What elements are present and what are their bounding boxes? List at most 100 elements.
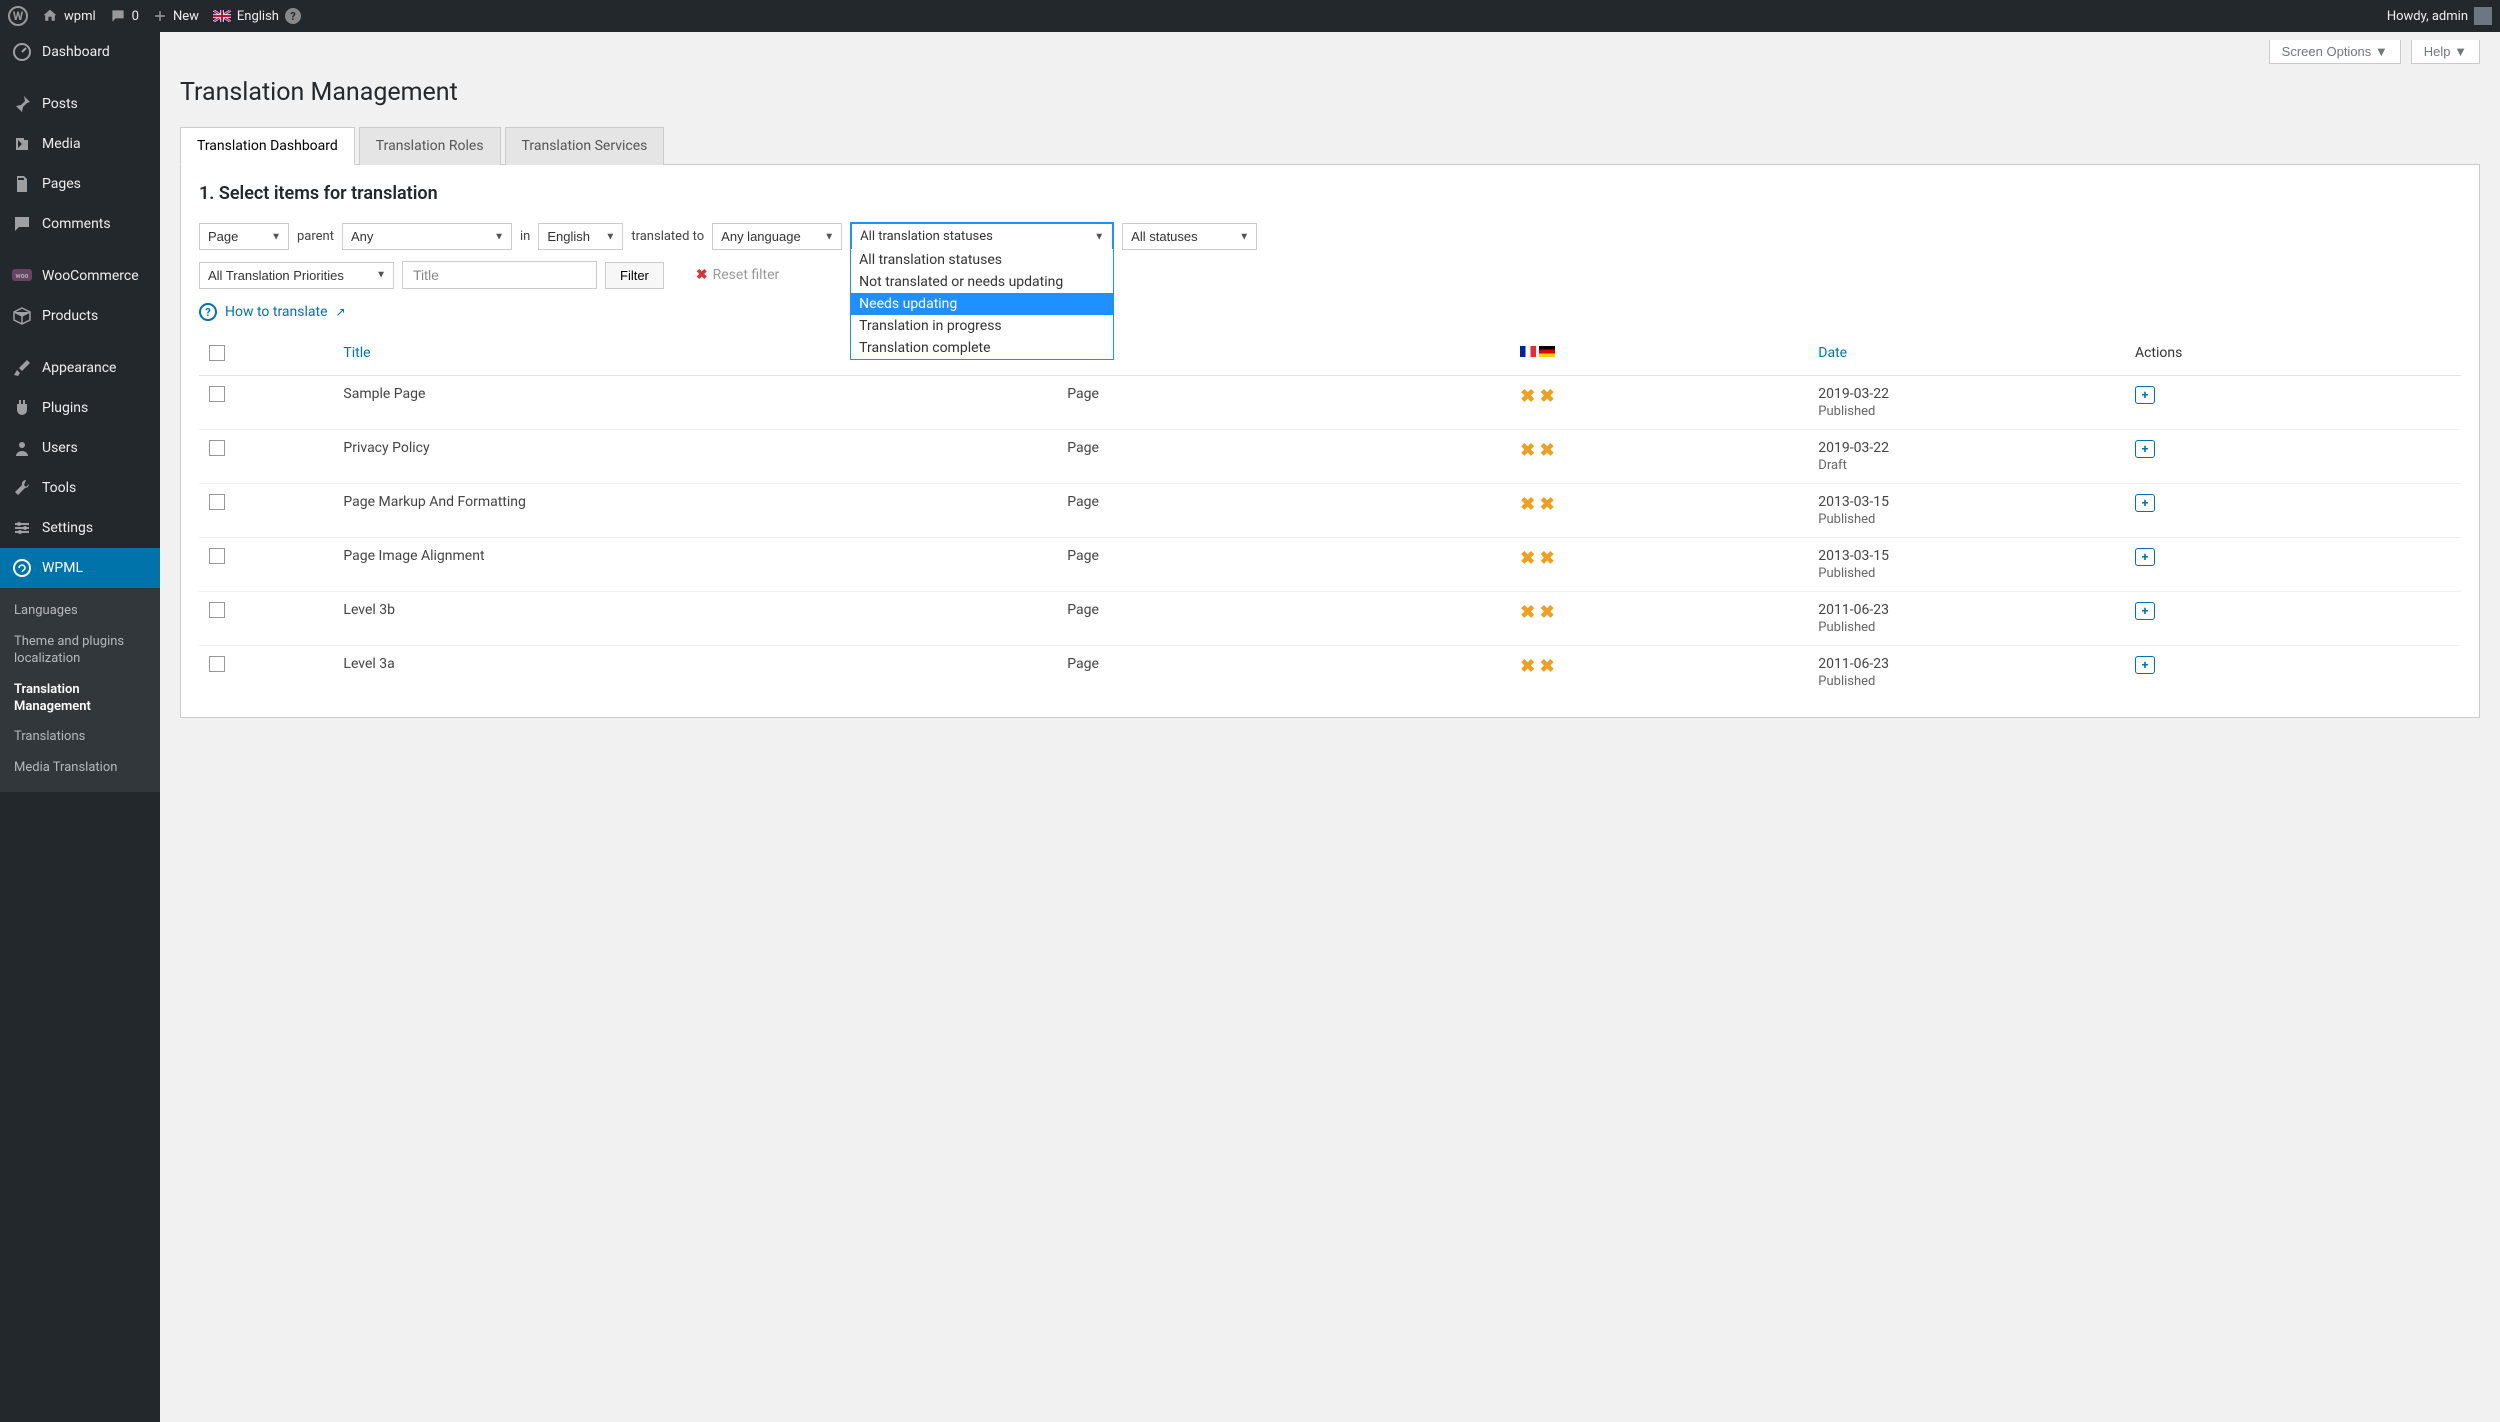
filter-parent-select[interactable]: Any <box>342 223 512 250</box>
row-type: Page <box>1057 646 1509 700</box>
menu-media[interactable]: Media <box>0 124 160 164</box>
row-date: 2019-03-22Published <box>1808 376 2125 430</box>
select-all-checkbox[interactable] <box>209 345 225 361</box>
add-translation-button[interactable]: + <box>2135 494 2155 512</box>
menu-comments[interactable]: Comments <box>0 204 160 244</box>
submenu-translation-management[interactable]: Translation Management <box>0 675 160 723</box>
header-actions: Actions <box>2125 335 2461 376</box>
menu-woocommerce[interactable]: woo WooCommerce <box>0 256 160 296</box>
account-link[interactable]: Howdy, admin <box>2387 7 2492 25</box>
language-switcher[interactable]: English ? <box>213 8 301 24</box>
wp-logo[interactable]: W <box>8 6 28 26</box>
menu-settings[interactable]: Settings <box>0 508 160 548</box>
menu-pages[interactable]: Pages <box>0 164 160 204</box>
site-name-link[interactable]: wpml <box>42 8 96 24</box>
table-row: Level 3b Page ✖ ✖ 2011-06-23Published + <box>199 592 2461 646</box>
filter-type-select[interactable]: Page <box>199 223 289 250</box>
add-translation-button[interactable]: + <box>2135 440 2155 458</box>
row-checkbox[interactable] <box>209 386 225 402</box>
help-button[interactable]: Help ▼ <box>2411 40 2480 64</box>
reset-filter: ✖ Reset filter <box>696 267 779 283</box>
add-translation-button[interactable]: + <box>2135 386 2155 404</box>
menu-label: WooCommerce <box>42 268 139 284</box>
tabs: Translation Dashboard Translation Roles … <box>180 127 2480 165</box>
home-icon <box>42 8 58 24</box>
table-row: Sample Page Page ✖ ✖ 2019-03-22Published… <box>199 376 2461 430</box>
status-option[interactable]: Translation in progress <box>851 315 1113 337</box>
lang-status-de[interactable]: ✖ <box>1539 386 1555 407</box>
new-content-link[interactable]: New <box>153 9 199 24</box>
lang-status-fr[interactable]: ✖ <box>1520 440 1536 461</box>
row-checkbox[interactable] <box>209 602 225 618</box>
add-translation-button[interactable]: + <box>2135 656 2155 674</box>
row-checkbox[interactable] <box>209 440 225 456</box>
filter-in-label: in <box>520 229 530 244</box>
section-title: 1. Select items for translation <box>199 183 2461 204</box>
menu-label: Media <box>42 136 81 152</box>
flag-de-icon <box>1539 346 1555 357</box>
menu-users[interactable]: Users <box>0 428 160 468</box>
status-option[interactable]: Not translated or needs updating <box>851 271 1113 293</box>
menu-appearance[interactable]: Appearance <box>0 348 160 388</box>
tab-dashboard[interactable]: Translation Dashboard <box>180 127 355 165</box>
menu-wpml[interactable]: WPML <box>0 548 160 588</box>
filter-status-select[interactable]: All translation statuses All translation… <box>850 222 1114 251</box>
lang-status-de[interactable]: ✖ <box>1539 656 1555 677</box>
filter-language-select[interactable]: English <box>538 223 623 250</box>
lang-status-de[interactable]: ✖ <box>1539 602 1555 623</box>
comment-icon <box>12 214 32 234</box>
menu-tools[interactable]: Tools <box>0 468 160 508</box>
lang-status-fr[interactable]: ✖ <box>1520 386 1536 407</box>
tab-services[interactable]: Translation Services <box>505 127 665 165</box>
menu-label: Products <box>42 308 98 324</box>
menu-products[interactable]: Products <box>0 296 160 336</box>
row-title: Page Image Alignment <box>333 538 1057 592</box>
status-option[interactable]: Translation complete <box>851 337 1113 359</box>
main-content: Screen Options ▼ Help ▼ Translation Mana… <box>160 32 2500 1422</box>
tab-roles[interactable]: Translation Roles <box>359 127 501 165</box>
row-checkbox[interactable] <box>209 494 225 510</box>
lang-status-fr[interactable]: ✖ <box>1520 656 1536 677</box>
settings-icon <box>12 518 32 538</box>
status-option[interactable]: Needs updating <box>851 293 1113 315</box>
avatar-icon <box>2474 7 2492 25</box>
row-checkbox[interactable] <box>209 548 225 564</box>
row-checkbox[interactable] <box>209 656 225 672</box>
lang-status-fr[interactable]: ✖ <box>1520 548 1536 569</box>
submenu-translations[interactable]: Translations <box>0 722 160 753</box>
products-icon <box>12 306 32 326</box>
woo-icon: woo <box>12 266 32 286</box>
submenu-theme-localization[interactable]: Theme and plugins localization <box>0 627 160 675</box>
external-link-icon: ↗ <box>336 305 346 319</box>
lang-status-de[interactable]: ✖ <box>1539 494 1555 515</box>
screen-options-button[interactable]: Screen Options ▼ <box>2269 40 2401 64</box>
submenu-languages[interactable]: Languages <box>0 596 160 627</box>
row-type: Page <box>1057 538 1509 592</box>
menu-plugins[interactable]: Plugins <box>0 388 160 428</box>
how-to-translate-link[interactable]: ? How to translate ↗ <box>199 303 2461 321</box>
row-date: 2011-06-23Published <box>1808 592 2125 646</box>
dashboard-icon <box>12 42 32 62</box>
status-option[interactable]: All translation statuses <box>851 249 1113 271</box>
filter-all-statuses-select[interactable]: All statuses <box>1122 223 1257 250</box>
add-translation-button[interactable]: + <box>2135 548 2155 566</box>
comments-link[interactable]: 0 <box>110 8 139 24</box>
lang-status-fr[interactable]: ✖ <box>1520 494 1536 515</box>
lang-status-fr[interactable]: ✖ <box>1520 602 1536 623</box>
filter-button[interactable]: Filter <box>605 262 664 289</box>
filter-to-language-select[interactable]: Any language <box>712 223 842 250</box>
header-date[interactable]: Date <box>1808 335 2125 376</box>
menu-label: Comments <box>42 216 111 232</box>
plugin-icon <box>12 398 32 418</box>
svg-text:woo: woo <box>15 272 28 280</box>
filter-priority-select[interactable]: All Translation Priorities <box>199 262 394 289</box>
row-date: 2011-06-23Published <box>1808 646 2125 700</box>
comment-icon <box>110 8 126 24</box>
lang-status-de[interactable]: ✖ <box>1539 440 1555 461</box>
lang-status-de[interactable]: ✖ <box>1539 548 1555 569</box>
add-translation-button[interactable]: + <box>2135 602 2155 620</box>
menu-dashboard[interactable]: Dashboard <box>0 32 160 72</box>
submenu-media-translation[interactable]: Media Translation <box>0 753 160 784</box>
filter-title-input[interactable] <box>402 261 597 289</box>
menu-posts[interactable]: Posts <box>0 84 160 124</box>
